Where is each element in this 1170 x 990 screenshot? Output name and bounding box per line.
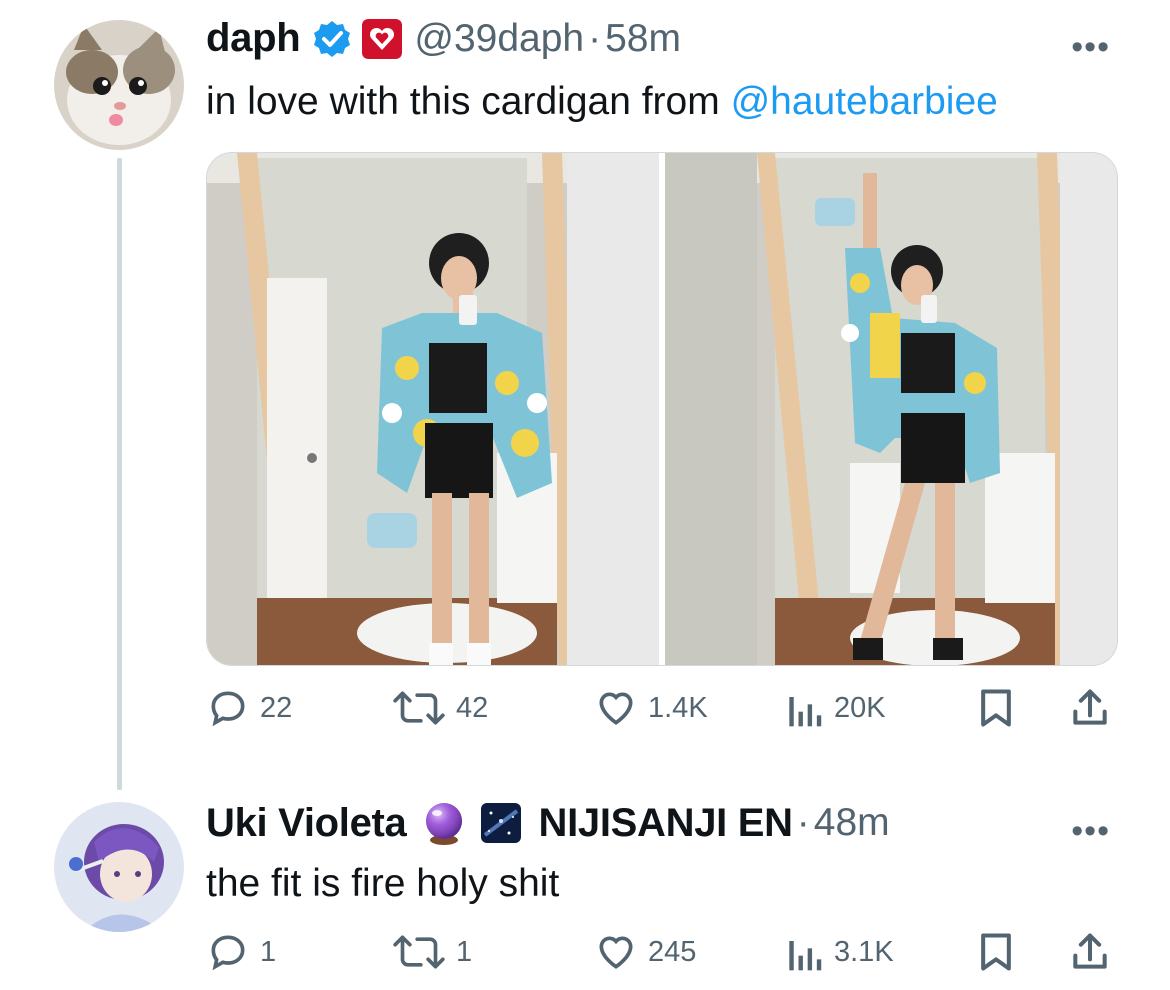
- mention-link[interactable]: @hautebarbiee: [731, 80, 998, 123]
- views-button[interactable]: 20K: [784, 686, 886, 730]
- like-button[interactable]: 245: [594, 930, 696, 974]
- share-icon: [1073, 689, 1107, 725]
- reply-icon: [211, 691, 245, 727]
- share-icon: [1073, 933, 1107, 969]
- thread-connector-line: [117, 158, 122, 790]
- tweet-2-text: the fit is fire holy shit: [206, 862, 560, 905]
- bookmark-button[interactable]: [974, 930, 1018, 974]
- more-options-icon[interactable]: •••: [1071, 812, 1110, 851]
- reply-icon: [211, 935, 245, 971]
- display-name[interactable]: Uki Violeta: [206, 801, 407, 846]
- heart-icon: [599, 692, 633, 725]
- tweet-2-actions: 1 1 245 3.1K: [206, 930, 1116, 980]
- retweet-button[interactable]: 1: [392, 930, 472, 974]
- display-name[interactable]: daph: [206, 16, 301, 61]
- share-button[interactable]: [1068, 930, 1112, 974]
- bookmark-icon: [981, 933, 1011, 971]
- avatar-anime[interactable]: [54, 802, 184, 932]
- heart-icon: [599, 936, 633, 969]
- mirror-selfie-photo-1[interactable]: [207, 153, 659, 665]
- like-count: 245: [648, 935, 697, 968]
- views-bar-chart-icon: [789, 697, 822, 727]
- reply-count: 1: [260, 935, 277, 968]
- reply-button[interactable]: 1: [206, 930, 276, 974]
- retweet-icon: [393, 691, 445, 725]
- timestamp[interactable]: 48m: [814, 801, 890, 845]
- tweet-2-header: Uki Violeta NIJISANJI EN · 48m: [206, 800, 890, 846]
- reply-button[interactable]: 22: [206, 686, 292, 730]
- media-gallery[interactable]: [206, 152, 1118, 666]
- retweet-count: 1: [456, 935, 473, 968]
- affiliate-name[interactable]: NIJISANJI EN: [539, 801, 794, 846]
- verified-badge-icon: [314, 20, 351, 57]
- retweet-count: 42: [456, 691, 489, 724]
- avatar-cat[interactable]: [54, 20, 184, 150]
- like-button[interactable]: 1.4K: [594, 686, 708, 730]
- retweet-icon: [393, 935, 445, 969]
- galaxy-badge-icon: [480, 803, 521, 843]
- views-count: 3.1K: [834, 935, 894, 968]
- tweet-1-actions: 22 42 1.4K 20K: [206, 686, 1116, 736]
- reply-count: 22: [260, 691, 293, 724]
- handle[interactable]: @39daph: [414, 17, 584, 61]
- tweet-1-header: daph @39daph · 58m: [206, 16, 681, 61]
- mirror-selfie-photo-2[interactable]: [665, 153, 1117, 665]
- views-count: 20K: [834, 691, 886, 724]
- retweet-button[interactable]: 42: [392, 686, 488, 730]
- bookmark-icon: [981, 689, 1011, 727]
- share-button[interactable]: [1068, 686, 1112, 730]
- like-count: 1.4K: [648, 691, 708, 724]
- views-button[interactable]: 3.1K: [784, 930, 894, 974]
- timestamp[interactable]: 58m: [605, 17, 681, 61]
- separator: ·: [588, 16, 602, 60]
- views-bar-chart-icon: [789, 941, 822, 971]
- affiliate-heart-badge-icon: [362, 18, 403, 59]
- tweet-1-text: in love with this cardigan from @hauteba…: [206, 80, 998, 124]
- crystal-ball-emoji-icon: [425, 803, 462, 845]
- separator: ·: [796, 801, 810, 844]
- bookmark-button[interactable]: [974, 686, 1018, 730]
- tweet-text: in love with this cardigan from: [206, 80, 731, 123]
- more-options-icon[interactable]: •••: [1071, 28, 1110, 67]
